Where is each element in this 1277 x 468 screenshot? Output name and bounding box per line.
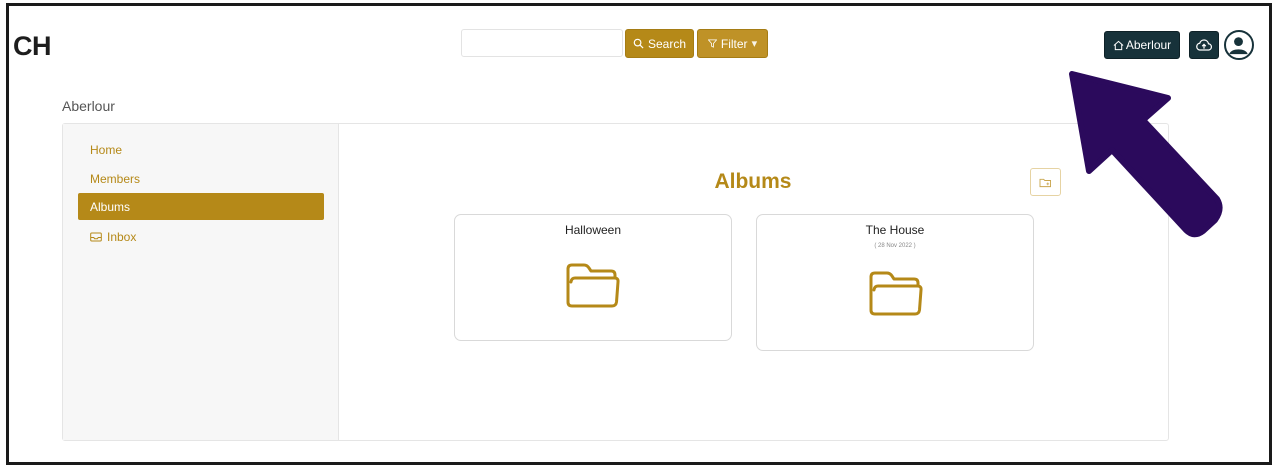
search-icon	[633, 38, 644, 49]
album-card-the-house[interactable]: The House ( 28 Nov 2022 )	[756, 214, 1034, 351]
filter-button-label: Filter	[720, 36, 748, 51]
app-frame: CH Search Filter ▾ Aberlour Aberlour Hom…	[6, 3, 1272, 465]
upload-button[interactable]	[1189, 31, 1219, 59]
home-icon	[1113, 40, 1124, 50]
filter-icon	[707, 39, 717, 48]
sidebar-item-label: Home	[90, 142, 123, 157]
album-card-halloween[interactable]: Halloween	[454, 214, 732, 341]
cloud-upload-icon	[1196, 39, 1212, 51]
album-name: Halloween	[564, 223, 622, 237]
user-menu[interactable]	[1224, 30, 1254, 60]
sidebar-item-label: Inbox	[107, 229, 137, 244]
sidebar-item-inbox[interactable]: Inbox	[78, 223, 324, 250]
community-home-button-label: Aberlour	[1125, 38, 1172, 52]
user-circle-icon	[1229, 37, 1248, 55]
annotation-arrow-icon	[1069, 71, 1223, 238]
filter-button[interactable]: Filter ▾	[697, 29, 768, 58]
app-logo[interactable]: CH	[13, 31, 52, 62]
caret-down-icon: ▾	[751, 38, 758, 50]
community-home-button[interactable]: Aberlour	[1104, 31, 1180, 59]
page-title: Albums	[714, 170, 792, 193]
folder-plus-icon	[1039, 178, 1051, 187]
search-button-label: Search	[647, 36, 687, 51]
sidebar-item-members[interactable]: Members	[78, 165, 324, 192]
folder-icon	[566, 263, 620, 308]
new-album-button[interactable]	[1030, 168, 1061, 196]
sidebar-item-home[interactable]: Home	[78, 136, 324, 163]
search-button[interactable]: Search	[625, 29, 694, 58]
breadcrumb[interactable]: Aberlour	[62, 98, 115, 114]
folder-icon	[869, 271, 923, 316]
main-panel: Home Members Albums Inbox Albums Hallowe…	[62, 123, 1169, 441]
sidebar-item-label: Albums	[90, 199, 131, 214]
inbox-icon	[90, 232, 102, 241]
album-date: ( 28 Nov 2022 )	[874, 243, 916, 249]
sidebar: Home Members Albums Inbox	[63, 124, 339, 440]
sidebar-item-albums[interactable]: Albums	[78, 193, 324, 220]
search-input[interactable]	[461, 29, 623, 57]
album-name: The House	[865, 223, 925, 237]
sidebar-item-label: Members	[90, 171, 141, 186]
